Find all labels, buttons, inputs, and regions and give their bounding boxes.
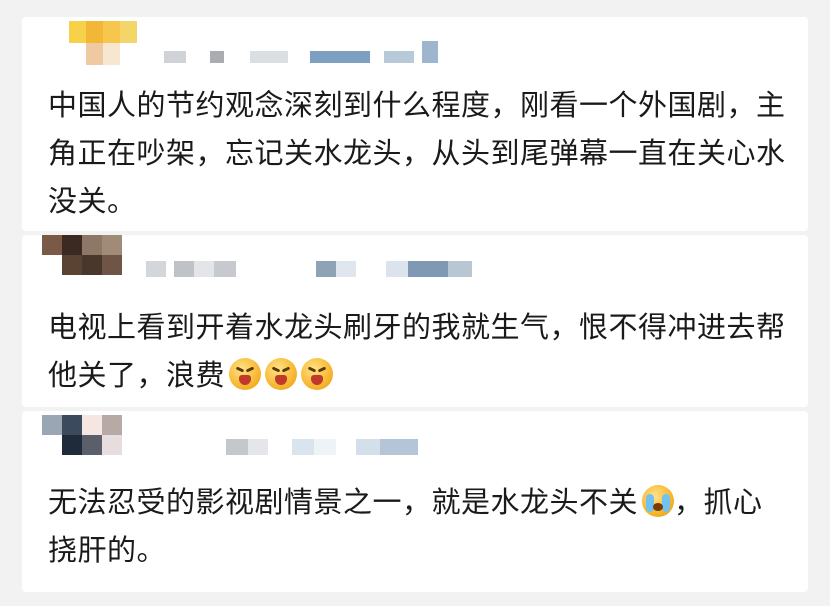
comment-card: 电视上看到开着水龙头刷牙的我就生气，恨不得冲进去帮他关了，浪费 (22, 235, 808, 407)
comment-text: 电视上看到开着水龙头刷牙的我就生气，恨不得冲进去帮他关了，浪费 (48, 303, 788, 399)
blurred-avatar[interactable] (42, 415, 142, 455)
comment-text-body: 电视上看到开着水龙头刷牙的我就生气，恨不得冲进去帮他关了，浪费 (48, 310, 786, 392)
blurred-username[interactable] (146, 259, 472, 277)
blurred-avatar[interactable] (52, 21, 154, 65)
blurred-username[interactable] (164, 41, 438, 63)
comment-text: 无法忍受的影视剧情景之一，就是水龙头不关 ，抓心挠肝的。 (48, 478, 788, 574)
angry-face-emoji (229, 358, 262, 390)
comment-card: 中国人的节约观念深刻到什么程度，刚看一个外国剧，主角正在吵架，忘记关水龙头，从头… (22, 17, 808, 231)
angry-face-emoji (265, 358, 298, 390)
blurred-username[interactable] (226, 437, 418, 455)
comment-text-body: 无法忍受的影视剧情景之一，就是水龙头不关 (48, 485, 639, 519)
crying-laughing-emoji (642, 485, 675, 517)
comment-card: 无法忍受的影视剧情景之一，就是水龙头不关 ，抓心挠肝的。 (22, 411, 808, 592)
angry-face-emoji (301, 358, 334, 390)
comment-text: 中国人的节约观念深刻到什么程度，刚看一个外国剧，主角正在吵架，忘记关水龙头，从头… (48, 88, 786, 218)
blurred-avatar[interactable] (42, 235, 142, 275)
